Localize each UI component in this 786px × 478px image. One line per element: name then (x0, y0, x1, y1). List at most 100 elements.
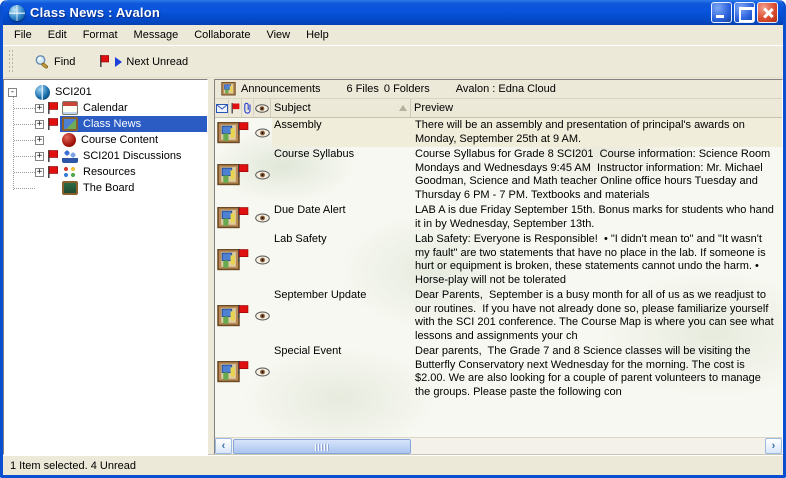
column-header-preview[interactable]: Preview (411, 99, 782, 117)
flag-icon (47, 118, 60, 131)
search-icon (34, 54, 50, 70)
horizontal-scrollbar[interactable]: ‹ › (215, 437, 782, 454)
column-header-row: Subject Preview (215, 99, 782, 118)
conference-icon (62, 181, 78, 195)
flag-icon (237, 361, 249, 375)
conference-icon (62, 117, 78, 131)
next-unread-button[interactable]: Next Unread (94, 52, 193, 71)
paperclip-icon (243, 99, 255, 117)
conference-info-bar: Announcements 6 Files 0 Folders Avalon :… (215, 80, 782, 99)
message-subject: Special Event (272, 344, 412, 400)
eye-icon (255, 311, 270, 321)
column-status-icons[interactable] (215, 99, 271, 117)
message-row[interactable]: Lab Safety Lab Safety: Everyone is Respo… (215, 232, 782, 288)
bulletin-icon (221, 82, 236, 96)
message-row[interactable]: September Update Dear Parents, September… (215, 288, 782, 344)
flag-icon (47, 102, 60, 115)
message-preview: Lab Safety: Everyone is Responsible! • "… (412, 232, 782, 288)
conference-icon (62, 165, 78, 179)
collapse-toggle-icon[interactable]: - (8, 88, 17, 97)
eye-icon (255, 99, 269, 117)
tree-item-label: SCI201 (53, 86, 94, 98)
message-subject: September Update (272, 288, 412, 344)
status-text: 1 Item selected. 4 Unread (10, 460, 136, 472)
toolbar-gripper[interactable] (8, 50, 15, 74)
sort-ascending-icon (399, 105, 407, 111)
flag-icon (47, 150, 60, 163)
scroll-right-icon[interactable]: › (765, 438, 782, 454)
flag-icon (230, 99, 242, 117)
scrollbar-thumb[interactable] (233, 439, 411, 454)
tree-item-label: Calendar (81, 102, 130, 114)
conference-icon (62, 101, 78, 115)
message-preview: LAB A is due Friday September 15th. Bonu… (412, 203, 782, 232)
next-unread-button-label: Next Unread (126, 56, 188, 68)
eye-icon (255, 213, 270, 223)
menu-item[interactable]: Message (126, 26, 187, 45)
conference-icon (62, 149, 78, 163)
eye-icon (255, 367, 270, 377)
expand-toggle-icon[interactable]: + (35, 104, 44, 113)
title-bar[interactable]: Class News : Avalon (3, 0, 783, 25)
globe-icon (35, 85, 50, 100)
tree-item-root[interactable]: - SCI201 (4, 84, 207, 100)
scroll-left-icon[interactable]: ‹ (215, 438, 232, 454)
tree-item[interactable]: + Calendar (4, 100, 207, 116)
find-button[interactable]: Find (29, 51, 80, 73)
tree-item[interactable]: The Board (4, 180, 207, 196)
tree-item-label: Class News (81, 118, 143, 130)
tree-item-label: Course Content (79, 134, 160, 146)
message-row[interactable]: Special Event Dear parents, The Grade 7 … (215, 344, 782, 400)
flag-icon (237, 207, 249, 221)
tree-item[interactable]: + Class News (4, 116, 207, 132)
toolbar: Find Next Unread (3, 46, 783, 78)
eye-icon (255, 170, 270, 180)
conference-tree-panel: - SCI201 + Calendar (3, 79, 208, 455)
tree-item-label: SCI201 Discussions (81, 150, 183, 162)
menu-item[interactable]: Collaborate (186, 26, 258, 45)
message-preview: There will be an assembly and presentati… (412, 118, 782, 147)
tree-item[interactable]: + SCI201 Discussions (4, 148, 207, 164)
app-window: Class News : Avalon FileEditFormatMessag… (0, 0, 786, 478)
window-title: Class News : Avalon (30, 5, 709, 20)
conference-title: Announcements (241, 83, 321, 95)
flag-icon (237, 249, 249, 263)
menu-item[interactable]: Help (298, 26, 337, 45)
tree-item[interactable]: + Resources (4, 164, 207, 180)
expand-toggle-icon[interactable]: + (35, 120, 44, 129)
menu-item[interactable]: File (6, 26, 40, 45)
message-row[interactable]: Course Syllabus Course Syllabus for Grad… (215, 147, 782, 203)
minimize-button[interactable] (711, 2, 732, 23)
message-preview: Dear parents, The Grade 7 and 8 Science … (412, 344, 782, 400)
message-preview: Course Syllabus for Grade 8 SCI201 Cours… (412, 147, 782, 203)
message-subject: Assembly (272, 118, 412, 147)
message-row[interactable]: Due Date Alert LAB A is due Friday Septe… (215, 203, 782, 232)
message-preview: Dear Parents, September is a busy month … (412, 288, 782, 344)
expand-toggle-icon[interactable]: + (35, 168, 44, 177)
message-subject: Lab Safety (272, 232, 412, 288)
conference-icon (62, 133, 76, 147)
message-subject: Course Syllabus (272, 147, 412, 203)
menu-item[interactable]: Edit (40, 26, 75, 45)
account-name: Avalon : Edna Cloud (456, 83, 556, 95)
eye-icon (255, 255, 270, 265)
menu-item[interactable]: Format (75, 26, 126, 45)
maximize-button[interactable] (734, 2, 755, 23)
preview-column-label: Preview (414, 102, 453, 114)
main-area: - SCI201 + Calendar (3, 78, 783, 455)
message-subject: Due Date Alert (272, 203, 412, 232)
envelope-icon (216, 99, 229, 117)
menu-item[interactable]: View (258, 26, 298, 45)
files-count: 6 Files (347, 83, 379, 95)
tree-item[interactable]: + Course Content (4, 132, 207, 148)
close-button[interactable] (757, 2, 778, 23)
menu-bar: FileEditFormatMessageCollaborateViewHelp (3, 25, 783, 46)
column-header-subject[interactable]: Subject (271, 99, 411, 117)
tree-item-label: The Board (81, 182, 136, 194)
find-button-label: Find (54, 56, 75, 68)
expand-toggle-icon[interactable]: + (35, 152, 44, 161)
message-row[interactable]: Assembly There will be an assembly and p… (215, 118, 782, 147)
message-panel: Announcements 6 Files 0 Folders Avalon :… (214, 79, 783, 455)
expand-toggle-icon[interactable]: + (35, 136, 44, 145)
flag-icon (237, 164, 249, 178)
